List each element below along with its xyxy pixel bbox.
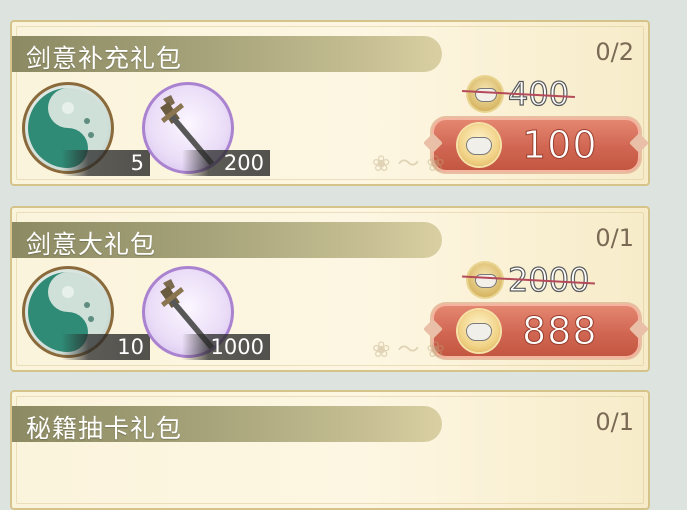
buy-price: 888: [522, 309, 598, 354]
gift-pack-card: 剑意补充礼包 0/2 5 200 400 100 ❀ ～ ❀: [10, 20, 650, 186]
decorative-pattern: ❀ ～ ❀: [372, 152, 445, 177]
purchase-limit-count: 0/2: [595, 38, 634, 66]
pack-title-bar: 秘籍抽卡礼包: [12, 406, 442, 443]
reward-quantity: 10: [62, 334, 150, 360]
original-price: 400: [462, 74, 576, 114]
reward-quantity: 5: [62, 150, 150, 176]
buy-button[interactable]: 100: [432, 118, 640, 172]
pack-title: 剑意大礼包: [26, 230, 157, 259]
reward-item[interactable]: 200: [142, 82, 270, 178]
reward-quantity: 1000: [182, 334, 270, 360]
pack-title-bar: 剑意大礼包: [12, 222, 442, 259]
purchase-limit-count: 0/1: [595, 224, 634, 252]
pack-title: 秘籍抽卡礼包: [26, 414, 183, 443]
silver-ingot-icon: [468, 77, 502, 111]
silver-ingot-icon: [458, 124, 500, 166]
pack-title: 剑意补充礼包: [26, 44, 183, 73]
reward-item[interactable]: 10: [22, 266, 150, 362]
gift-pack-card: 剑意大礼包 0/1 10 1000 2000 888 ❀ ～ ❀: [10, 206, 650, 372]
original-price: 2000: [462, 260, 596, 300]
reward-item[interactable]: 1000: [142, 266, 270, 362]
buy-button[interactable]: 888: [432, 304, 640, 358]
decorative-pattern: ❀ ～ ❀: [372, 338, 445, 363]
buy-price: 100: [522, 123, 598, 168]
pack-title-bar: 剑意补充礼包: [12, 36, 442, 73]
reward-quantity: 200: [182, 150, 270, 176]
purchase-limit-count: 0/1: [595, 408, 634, 436]
silver-ingot-icon: [468, 263, 502, 297]
gift-pack-card: 秘籍抽卡礼包 0/1: [10, 390, 650, 510]
silver-ingot-icon: [458, 310, 500, 352]
reward-item[interactable]: 5: [22, 82, 150, 178]
